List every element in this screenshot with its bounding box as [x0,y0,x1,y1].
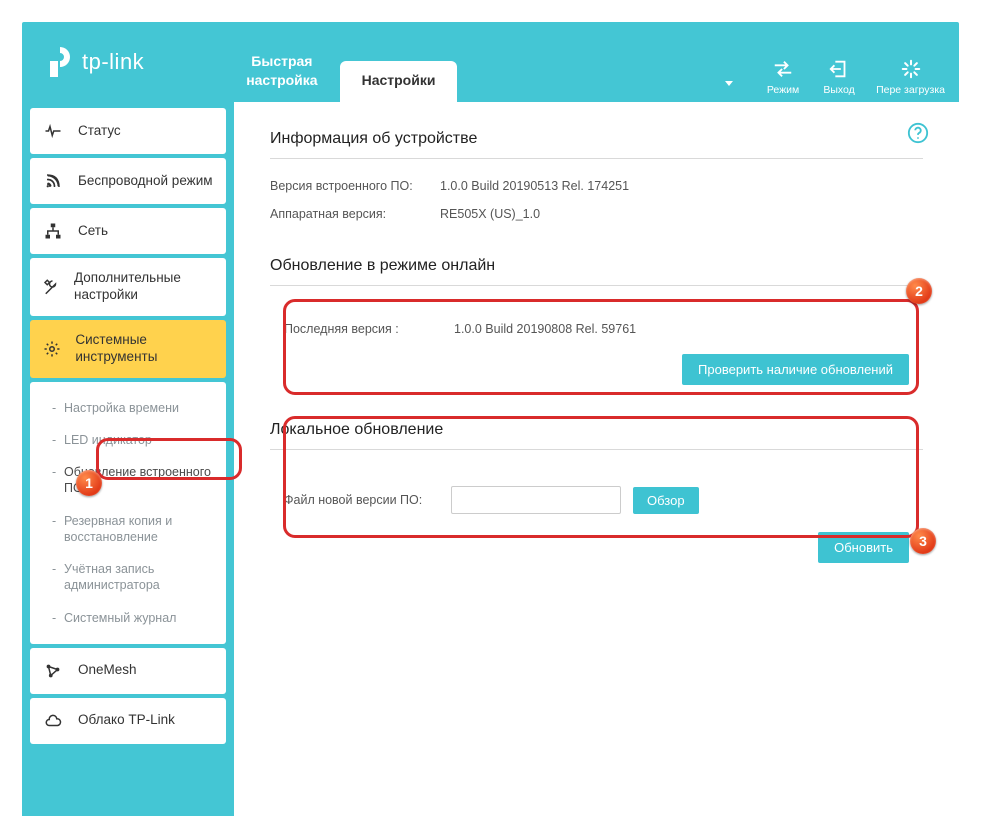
online-btn-row: Проверить наличие обновлений [284,354,909,385]
reboot-button[interactable]: Пере загрузка [876,58,945,96]
annotation-badge-3: 3 [910,528,936,554]
sidebar-item-label: OneMesh [78,662,137,679]
sidebar-item-label: Беспроводной режим [78,173,213,190]
subnav-backup[interactable]: Резервная копия и восстановление [30,505,226,554]
main-tabs: Быстрая настройка Настройки [224,22,457,102]
mode-icon [772,58,794,80]
firmware-file-input[interactable] [451,486,621,514]
file-label: Файл новой версии ПО: [284,493,439,507]
sidebar-item-status[interactable]: Статус [30,108,226,154]
subnav-firmware[interactable]: Обновление встроенного ПО [30,456,226,505]
tplink-logo-icon [46,43,76,81]
help-icon[interactable] [907,122,929,144]
reboot-label: Пере загрузка [876,84,945,96]
tab-settings[interactable]: Настройки [340,61,458,102]
status-icon [42,122,64,140]
fw-label: Версия встроенного ПО: [270,179,440,193]
logout-button[interactable]: Выход [820,58,858,96]
row-firmware-version: Версия встроенного ПО: 1.0.0 Build 20190… [270,179,923,193]
onemesh-icon [42,662,64,680]
body: Статус Беспроводной режим Сеть Дополните… [22,102,959,816]
update-button[interactable]: Обновить [818,532,909,563]
row-hardware-version: Аппаратная версия: RE505X (US)_1.0 [270,207,923,221]
app-frame: tp-link Быстрая настройка Настройки Русс… [22,22,959,816]
tools-icon [42,278,60,296]
content: Информация об устройстве Версия встроенн… [234,102,959,816]
section-online-update: Обновление в режиме онлайн Последняя вер… [270,257,923,399]
subnav-led[interactable]: LED индикатор [30,424,226,456]
sidebar-item-label: Дополнительные настройки [74,270,214,304]
hw-label: Аппаратная версия: [270,207,440,221]
check-updates-button[interactable]: Проверить наличие обновлений [682,354,909,385]
subnav-syslog[interactable]: Системный журнал [30,602,226,634]
online-box: Последняя версия : 1.0.0 Build 20190808 … [270,306,923,399]
sidebar-item-label: Системные инструменты [75,332,214,366]
sidebar-item-label: Статус [78,123,121,140]
sidebar: Статус Беспроводной режим Сеть Дополните… [22,102,234,816]
tab-quick-setup[interactable]: Быстрая настройка [224,42,339,102]
sidebar-item-label: Облако TP-Link [78,712,175,729]
section-title-online: Обновление в режиме онлайн [270,257,923,286]
sidebar-item-advanced[interactable]: Дополнительные настройки [30,258,226,316]
gear-icon [42,340,61,358]
sidebar-item-cloud[interactable]: Облако TP-Link [30,698,226,744]
top-actions: Режим Выход Пере загрузка [764,58,945,96]
subnav-admin[interactable]: Учётная запись администратора [30,553,226,602]
fw-value: 1.0.0 Build 20190513 Rel. 174251 [440,179,629,193]
annotation-badge-1: 1 [76,470,102,496]
sidebar-item-network[interactable]: Сеть [30,208,226,254]
brand-logo: tp-link [46,43,144,81]
wifi-icon [42,172,64,190]
brand-text: tp-link [82,49,144,75]
network-icon [42,222,64,240]
latest-value: 1.0.0 Build 20190808 Rel. 59761 [454,322,636,336]
annotation-badge-2: 2 [906,278,932,304]
reboot-icon [900,58,922,80]
sidebar-item-onemesh[interactable]: OneMesh [30,648,226,694]
logout-icon [828,58,850,80]
section-title-local: Локальное обновление [270,421,923,450]
logout-label: Выход [823,84,854,96]
local-btn-row: Обновить [284,532,909,563]
mode-label: Режим [767,84,799,96]
topbar: tp-link Быстрая настройка Настройки Русс… [22,22,959,102]
section-title-device-info: Информация об устройстве [270,130,923,159]
sidebar-item-label: Сеть [78,223,108,240]
subnav-time[interactable]: Настройка времени [30,392,226,424]
sidebar-subnav: Настройка времени LED индикатор Обновлен… [30,382,226,644]
latest-label: Последняя версия : [284,322,454,336]
file-row: Файл новой версии ПО: Обзор [284,486,909,514]
cloud-icon [42,712,64,730]
section-local-update: Локальное обновление Файл новой версии П… [270,421,923,577]
hw-value: RE505X (US)_1.0 [440,207,540,221]
row-latest-version: Последняя версия : 1.0.0 Build 20190808 … [284,322,909,336]
browse-button[interactable]: Обзор [633,487,699,514]
mode-button[interactable]: Режим [764,58,802,96]
sidebar-item-wireless[interactable]: Беспроводной режим [30,158,226,204]
local-box: Файл новой версии ПО: Обзор Обновить [270,470,923,577]
sidebar-item-system-tools[interactable]: Системные инструменты [30,320,226,378]
